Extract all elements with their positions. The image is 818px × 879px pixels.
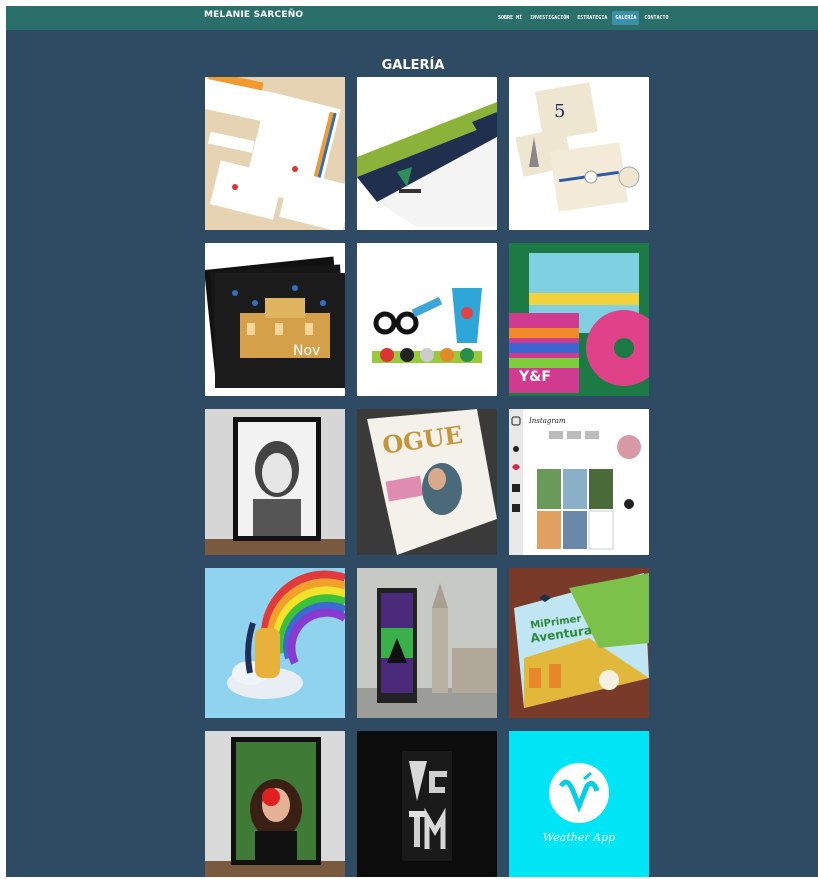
svg-text:Weather App: Weather App <box>543 831 615 844</box>
weather-app-logo[interactable]: Weather App <box>509 731 649 877</box>
gallery-title: GALERÍA <box>381 58 445 73</box>
cd-cover-image: Y&F <box>509 243 649 396</box>
wedding-invitation-image: 5 <box>509 77 649 230</box>
nav-estrategia[interactable]: ESTRATEGIA <box>574 11 610 25</box>
magazine-image: OGUE <box>357 409 497 555</box>
night-flyer-image: Nov <box>205 243 345 396</box>
top-navbar: MELANIE SARCEÑO SOBRE MÍ INVESTIGACIÓN E… <box>6 6 818 30</box>
wedding-invitation-mockup[interactable]: 5 <box>509 77 649 230</box>
envelope-mockup-green[interactable] <box>357 77 497 230</box>
event-flyer-night-cathedral[interactable]: Nov <box>205 243 345 396</box>
svg-text:Nov: Nov <box>293 343 320 359</box>
weather-app-image: Weather App <box>509 731 649 877</box>
nav-menu: SOBRE MÍ INVESTIGACIÓN ESTRATEGIA GALERÍ… <box>495 10 672 26</box>
instagram-image: Instagram <box>509 409 649 555</box>
page-frame: MELANIE SARCEÑO SOBRE MÍ INVESTIGACIÓN E… <box>6 6 818 877</box>
nav-sobre-mi[interactable]: SOBRE MÍ <box>495 11 525 25</box>
street-poster-mockup[interactable] <box>357 568 497 718</box>
rainbow-horse-image <box>205 568 345 718</box>
svg-text:Instagram: Instagram <box>528 417 566 425</box>
cd-cover-mockup-colorful[interactable]: Y&F <box>509 243 649 396</box>
brand-name[interactable]: MELANIE SARCEÑO <box>204 10 303 20</box>
instagram-profile-mockup[interactable]: Instagram <box>509 409 649 555</box>
rainbow-horse-cloud[interactable] <box>205 568 345 718</box>
svg-text:5: 5 <box>554 101 565 122</box>
framed-pencil-portrait[interactable] <box>205 409 345 555</box>
letters-3d-image <box>357 731 497 877</box>
letters-3d-black[interactable] <box>357 731 497 877</box>
svg-text:Y&F: Y&F <box>518 369 551 385</box>
portrait-image <box>205 409 345 555</box>
framed-photo-image <box>205 731 345 877</box>
mi-primer-aventura-book[interactable]: MiPrimer Aventura <box>509 568 649 718</box>
book-cover-image: MiPrimer Aventura <box>509 568 649 718</box>
envelope-mockup-image <box>357 77 497 230</box>
street-poster-image <box>357 568 497 718</box>
party-items-image <box>357 243 497 396</box>
stationery-mockup-image <box>205 77 345 230</box>
framed-photo-red-flower[interactable] <box>205 731 345 877</box>
stationery-mockup-orange[interactable] <box>205 77 345 230</box>
nav-investigacion[interactable]: INVESTIGACIÓN <box>527 11 572 25</box>
nav-galeria[interactable]: GALERÍA <box>612 11 640 25</box>
nav-contacto[interactable]: CONTACTO <box>641 11 671 25</box>
kids-party-glasses-cup[interactable] <box>357 243 497 396</box>
vogue-magazine-cover[interactable]: OGUE <box>357 409 497 555</box>
